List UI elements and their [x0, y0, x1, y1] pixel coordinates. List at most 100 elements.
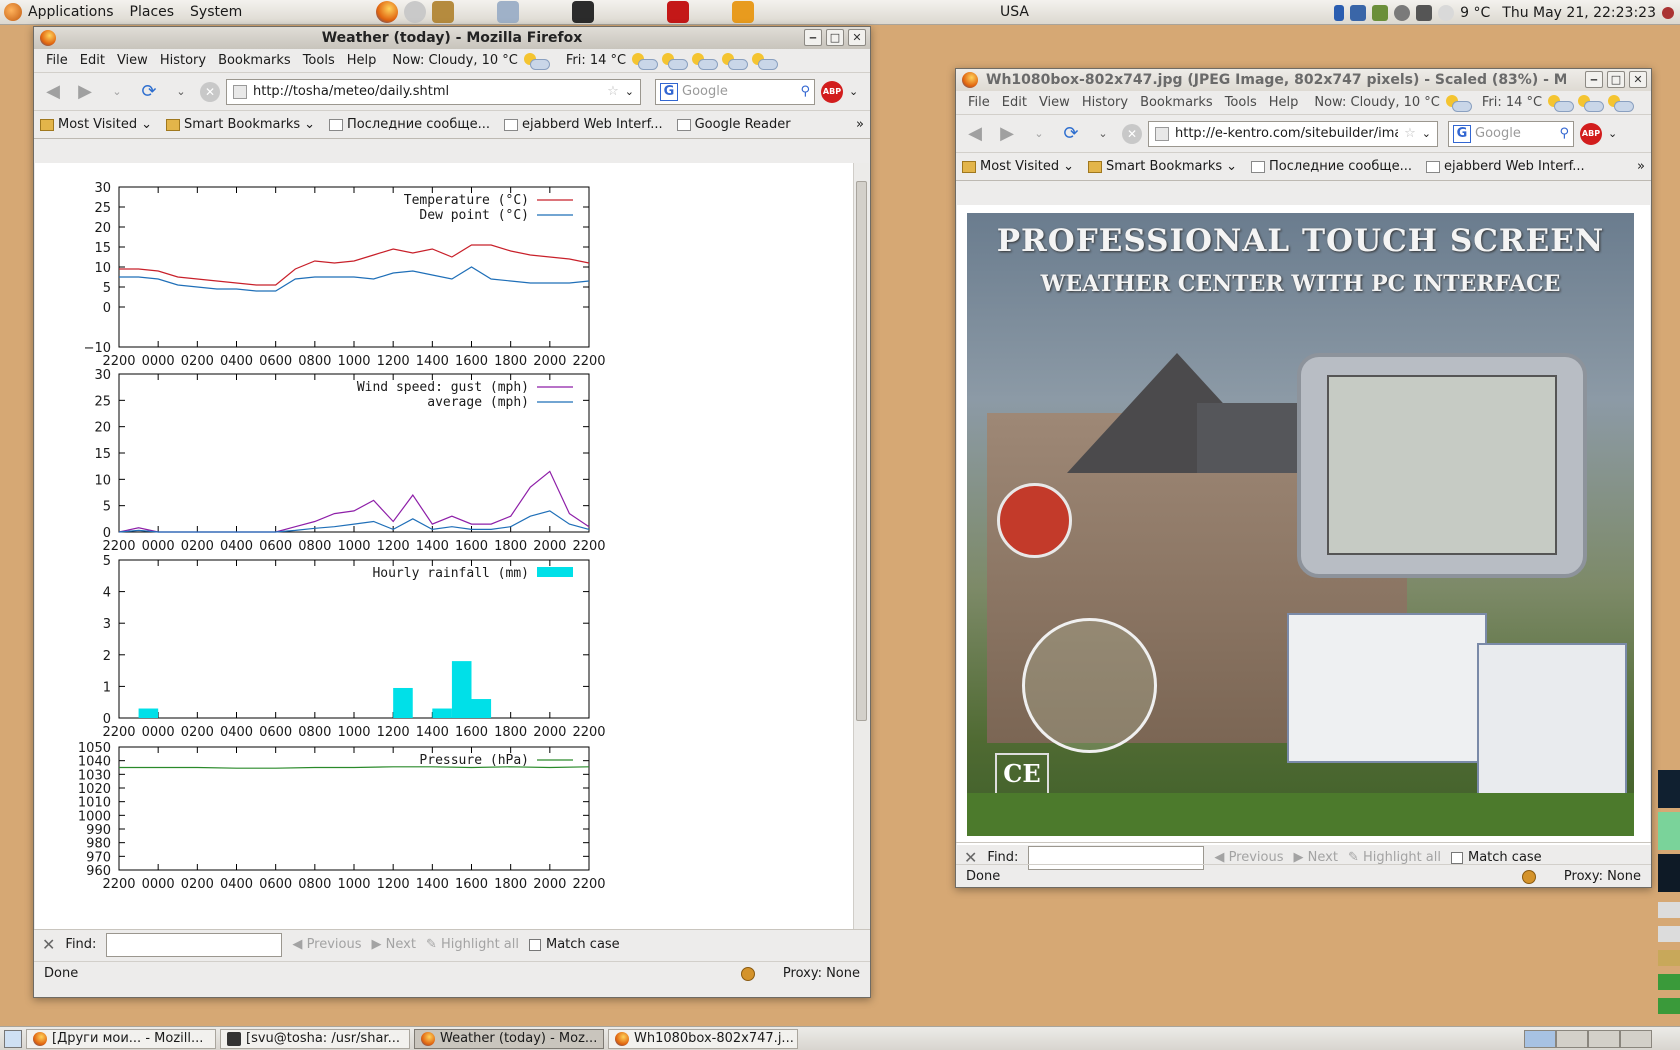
menu-bookmarks[interactable]: Bookmarks	[212, 53, 297, 68]
menu-view[interactable]: View	[111, 53, 154, 68]
checkbox-box[interactable]	[529, 938, 541, 951]
bookmark-smart-bookmarks[interactable]: Smart Bookmarks ⌄	[1088, 159, 1237, 174]
match-case-checkbox[interactable]: Match case	[529, 937, 620, 952]
bookmarks-overflow-icon[interactable]: »	[1637, 159, 1645, 174]
search-icon[interactable]: ⚲	[1559, 126, 1569, 141]
menu-edit[interactable]: Edit	[996, 95, 1033, 110]
stop-button[interactable]: ✕	[200, 81, 220, 102]
bookmark-most-visited[interactable]: Most Visited ⌄	[962, 159, 1074, 174]
menu-edit[interactable]: Edit	[74, 53, 111, 68]
acrobat-launcher-icon[interactable]	[667, 1, 690, 23]
bookmark-smart-bookmarks[interactable]: Smart Bookmarks ⌄	[166, 117, 315, 132]
adblock-dropdown-icon[interactable]: ⌄	[1608, 127, 1617, 140]
scrollbar-thumb[interactable]	[856, 181, 867, 721]
back-button[interactable]: ◀	[40, 79, 66, 105]
menu-tools[interactable]: Tools	[297, 53, 341, 68]
tools-launcher-icon[interactable]	[432, 1, 455, 23]
menu-history[interactable]: History	[154, 53, 212, 68]
taskbar-item-active[interactable]: Weather (today) - Moz...	[414, 1028, 604, 1049]
close-button[interactable]: ✕	[848, 29, 866, 46]
forward-button[interactable]: ▶	[994, 121, 1020, 147]
menu-view[interactable]: View	[1033, 95, 1076, 110]
bookmark-ejabberd[interactable]: ejabberd Web Interf...	[1426, 159, 1585, 174]
bookmark-ejabberd[interactable]: ejabberd Web Interf...	[504, 117, 663, 132]
search-placeholder[interactable]: Google	[1475, 126, 1555, 141]
places-menu[interactable]: Places	[122, 0, 183, 25]
weather-now[interactable]: Now: Cloudy, 10 °C	[392, 52, 550, 70]
url-dropdown-icon[interactable]: ⌄	[1422, 127, 1431, 140]
bookmark-star-icon[interactable]: ☆	[607, 84, 619, 99]
minimize-button[interactable]: ‒	[1585, 71, 1603, 88]
vertical-scrollbar[interactable]	[853, 163, 869, 929]
pidgin-launcher-icon[interactable]	[497, 1, 520, 23]
bookmarks-overflow-icon[interactable]: »	[856, 117, 864, 132]
bookmark-most-visited[interactable]: Most Visited ⌄	[40, 117, 152, 132]
menu-help[interactable]: Help	[1263, 95, 1305, 110]
power-icon[interactable]	[1662, 6, 1674, 19]
menu-help[interactable]: Help	[341, 53, 383, 68]
cpu-monitor-widget[interactable]	[1658, 770, 1680, 808]
menu-tools[interactable]: Tools	[1219, 95, 1263, 110]
taskbar-item[interactable]: Wh1080box-802x747.j...	[608, 1028, 798, 1049]
show-desktop-button[interactable]	[4, 1029, 22, 1048]
workspace-3[interactable]	[1588, 1030, 1620, 1048]
drive-icon[interactable]	[1658, 902, 1680, 918]
mail-launcher-icon[interactable]	[404, 1, 427, 23]
system-menu[interactable]: System	[182, 0, 250, 25]
clock[interactable]: Thu May 21, 22:23:23	[1502, 5, 1656, 21]
window-titlebar[interactable]: Weather (today) - Mozilla Firefox ‒ □ ✕	[34, 27, 870, 49]
volume-icon[interactable]	[1416, 4, 1433, 21]
minimize-button[interactable]: ‒	[804, 29, 822, 46]
weather-forecast[interactable]: Fri: 14 °C	[566, 52, 779, 70]
match-case-checkbox[interactable]: Match case	[1451, 850, 1542, 865]
bluetooth-icon[interactable]	[1334, 4, 1345, 21]
history-dropdown-icon[interactable]: ⌄	[1026, 121, 1052, 147]
stop-button[interactable]: ✕	[1122, 123, 1142, 144]
find-previous-button[interactable]: ◀ Previous	[292, 937, 361, 952]
adblock-icon[interactable]: ABP	[1580, 122, 1602, 145]
history-dropdown-icon[interactable]: ⌄	[104, 79, 130, 105]
url-bar[interactable]: http://tosha/meteo/daily.shtml ☆ ⌄	[226, 78, 641, 105]
proxy-status[interactable]: Proxy: None	[1564, 869, 1641, 884]
back-button[interactable]: ◀	[962, 121, 988, 147]
url-bar[interactable]: http://e-kentro.com/sitebuilder/ima ☆ ⌄	[1148, 120, 1438, 147]
weather-tray-icon[interactable]	[1438, 4, 1455, 21]
taskbar-item[interactable]: [svu@tosha: /usr/shar...	[220, 1028, 410, 1049]
highlight-all-button[interactable]: ✎ Highlight all	[1348, 850, 1441, 865]
reload-dropdown-icon[interactable]: ⌄	[168, 79, 194, 105]
bookmark-star-icon[interactable]: ☆	[1404, 126, 1416, 141]
tray-temperature[interactable]: 9 °C	[1460, 5, 1490, 21]
find-next-button[interactable]: ▶ Next	[372, 937, 416, 952]
green-app-icon[interactable]	[1658, 974, 1680, 990]
workspace-2[interactable]	[1556, 1030, 1588, 1048]
product-image[interactable]: PROFESSIONAL TOUCH SCREEN WEATHER CENTER…	[967, 213, 1634, 836]
taskbar-item[interactable]: [Други мои... - Mozill...	[26, 1028, 216, 1049]
adblock-icon[interactable]: ABP	[821, 80, 843, 103]
firefox-launcher-icon[interactable]	[376, 1, 399, 23]
close-button[interactable]: ✕	[1629, 71, 1647, 88]
jabber-launcher-icon[interactable]	[732, 1, 755, 23]
battery-icon[interactable]	[1372, 4, 1389, 21]
status-addon-icon[interactable]	[740, 966, 755, 981]
adblock-dropdown-icon[interactable]: ⌄	[849, 85, 858, 98]
search-icon[interactable]	[1394, 4, 1411, 21]
bookmark-forum[interactable]: Последние сообще...	[1251, 159, 1412, 174]
url-text[interactable]: http://e-kentro.com/sitebuilder/ima	[1175, 126, 1398, 141]
maximize-button[interactable]: □	[1607, 71, 1625, 88]
proxy-status[interactable]: Proxy: None	[783, 966, 860, 981]
reload-dropdown-icon[interactable]: ⌄	[1090, 121, 1116, 147]
green-app-icon[interactable]	[1658, 998, 1680, 1014]
forward-button[interactable]: ▶	[72, 79, 98, 105]
find-input[interactable]	[106, 932, 283, 957]
search-box[interactable]: G Google ⚲	[1448, 120, 1574, 147]
status-addon-icon[interactable]	[1521, 869, 1536, 884]
bookmark-google-reader[interactable]: Google Reader	[676, 117, 791, 132]
net-monitor-widget[interactable]	[1658, 854, 1680, 892]
google-engine-icon[interactable]: G	[660, 82, 678, 101]
drive-icon[interactable]	[1658, 926, 1680, 942]
find-next-button[interactable]: ▶ Next	[1294, 850, 1338, 865]
search-icon[interactable]: ⚲	[800, 84, 810, 99]
url-text[interactable]: http://tosha/meteo/daily.shtml	[253, 84, 601, 99]
terminal-launcher-icon[interactable]	[572, 1, 595, 23]
maximize-button[interactable]: □	[826, 29, 844, 46]
